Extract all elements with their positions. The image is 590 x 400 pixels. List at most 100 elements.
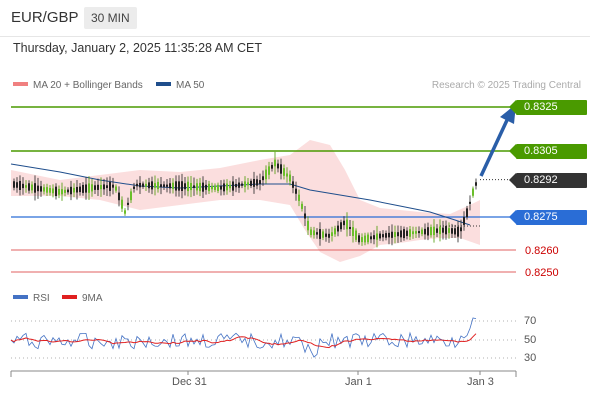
candle-body <box>229 184 231 189</box>
candle-body <box>316 232 318 235</box>
candle-body <box>34 183 36 193</box>
x-axis <box>10 370 517 377</box>
candle-body <box>382 234 384 238</box>
candle-body <box>352 227 354 236</box>
candle-body <box>301 203 303 209</box>
rsi-legend-label: RSI <box>33 293 50 304</box>
candle-body <box>79 186 81 193</box>
candle-body <box>295 188 297 194</box>
candle-body <box>337 225 339 232</box>
candle-body <box>451 228 453 234</box>
candle-body <box>208 183 210 192</box>
candle-body <box>430 227 432 236</box>
candle-body <box>127 202 129 205</box>
candle-body <box>88 183 90 193</box>
candle-body <box>409 229 411 237</box>
candle-body <box>103 184 105 190</box>
legend-rsi: RSI <box>13 293 50 304</box>
candle-body <box>220 186 222 190</box>
candle-body <box>184 183 186 190</box>
candle-body <box>346 219 348 230</box>
candle-body <box>73 187 75 193</box>
rsi-tick-30: 30 <box>524 352 537 364</box>
rsi-ma-swatch <box>62 295 77 300</box>
candle-body <box>370 236 372 240</box>
candle-body <box>313 230 315 236</box>
candle-body <box>214 185 216 191</box>
candle-body <box>406 230 408 236</box>
candle-body <box>280 164 282 174</box>
candle-body <box>427 227 429 236</box>
candle-body <box>175 181 177 191</box>
candle-body <box>76 186 78 193</box>
candle-body <box>424 228 426 235</box>
candle-body <box>367 234 369 243</box>
x-tick-dec31: Dec 31 <box>172 376 207 388</box>
candle-body <box>169 183 171 189</box>
bollinger-band <box>11 140 480 262</box>
x-tick-jan1: Jan 1 <box>345 376 372 388</box>
candle-body <box>139 182 141 188</box>
candle-body <box>46 187 48 193</box>
candle-body <box>400 230 402 238</box>
candle-body <box>265 169 267 180</box>
rsi-tick-50: 50 <box>524 334 537 346</box>
candle-body <box>136 183 138 187</box>
candle-body <box>433 226 435 236</box>
candle-body <box>70 186 72 195</box>
level-badge-0.8275: 0.8275 <box>509 210 587 225</box>
candle-body <box>388 232 390 238</box>
candle-body <box>343 220 345 226</box>
candle-body <box>355 230 357 240</box>
candle-body <box>55 186 57 197</box>
candle-body <box>271 164 273 169</box>
candle-body <box>232 181 234 191</box>
candle-body <box>436 228 438 233</box>
candle-body <box>292 181 294 188</box>
candle-body <box>454 228 456 235</box>
candle-body <box>274 159 276 167</box>
candle-body <box>91 184 93 192</box>
candle-body <box>61 189 63 195</box>
candle-body <box>325 233 327 237</box>
candle-body <box>328 233 330 238</box>
last-price-badge: 0.8292 <box>509 173 587 188</box>
candle-body <box>250 180 252 186</box>
candle-body <box>142 183 144 187</box>
rsi-ma-legend-label: 9MA <box>82 293 103 304</box>
candle-body <box>19 180 21 190</box>
candle-body <box>361 237 363 243</box>
candle-body <box>100 185 102 190</box>
candle-body <box>421 229 423 235</box>
candle-body <box>22 183 24 189</box>
candle-body <box>109 181 111 191</box>
candle-body <box>16 182 18 188</box>
candle-body <box>358 235 360 243</box>
candle-body <box>283 168 285 176</box>
candle-body <box>166 184 168 187</box>
target-arrow <box>479 104 516 177</box>
candle-body <box>112 184 114 188</box>
candle-body <box>154 183 156 188</box>
candle-body <box>226 183 228 191</box>
candle-body <box>52 188 54 194</box>
candle-body <box>238 182 240 188</box>
rsi-pane <box>10 317 516 359</box>
candle-body <box>49 188 51 193</box>
candle-body <box>403 229 405 239</box>
candle-body <box>115 186 117 191</box>
candle-body <box>13 181 15 188</box>
candle-body <box>268 166 270 175</box>
candle-body <box>97 184 99 190</box>
candle-body <box>94 185 96 190</box>
candle-body <box>106 185 108 188</box>
candle-body <box>334 228 336 235</box>
level-badge-0.8325: 0.8325 <box>509 100 587 115</box>
candle-body <box>457 226 459 237</box>
candle-body <box>223 183 225 192</box>
candle-body <box>43 187 45 192</box>
candle-body <box>340 222 342 230</box>
candle-body <box>31 184 33 191</box>
candle-body <box>64 189 66 193</box>
candle-body <box>376 233 378 240</box>
